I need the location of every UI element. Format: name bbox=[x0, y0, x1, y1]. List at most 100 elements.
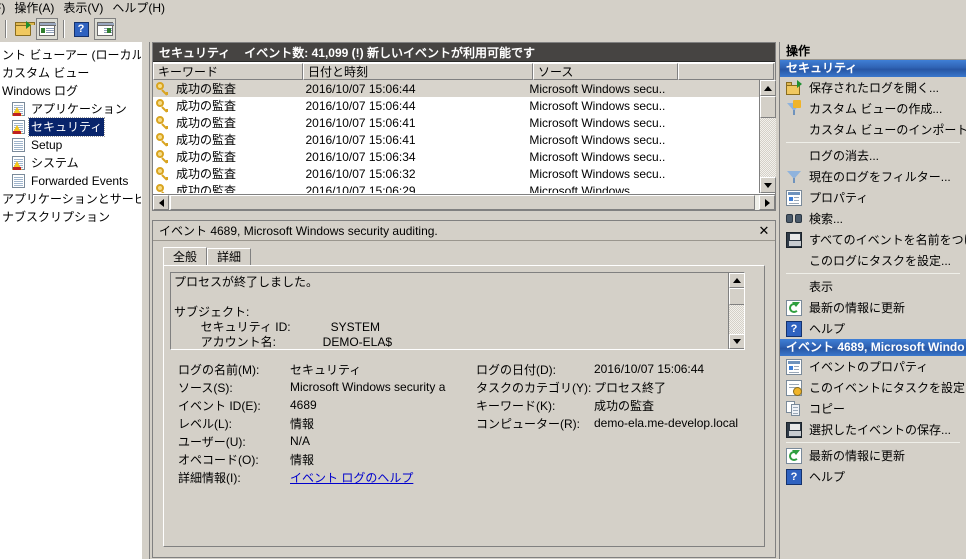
event-list-rows[interactable]: 成功の監査 2016/10/07 15:06:44 Microsoft Window… bbox=[153, 80, 760, 193]
tree-node-8[interactable]: アプリケーションとサービス ログ bbox=[0, 190, 141, 208]
show-hide-action-pane-button[interactable] bbox=[94, 18, 116, 40]
menu-item-help[interactable]: ヘルプ(H) bbox=[112, 0, 174, 16]
hscroll-thumb[interactable] bbox=[170, 195, 755, 210]
metadata-label: 詳細情報(I): bbox=[178, 470, 241, 485]
horizontal-splitter[interactable] bbox=[152, 212, 776, 220]
tree-node-2[interactable]: Windows ログ bbox=[0, 82, 141, 100]
key-icon bbox=[156, 166, 170, 181]
action-log-item-13[interactable]: ? ヘルプ bbox=[780, 318, 966, 339]
tree-node-label: Forwarded Events bbox=[31, 174, 129, 188]
event-list-vertical-scrollbar[interactable] bbox=[759, 80, 776, 193]
metadata-value: プロセス終了 bbox=[594, 380, 667, 395]
action-item-label: 表示 bbox=[809, 280, 834, 294]
cell-キーワード: 成功の監査 bbox=[176, 99, 237, 113]
scroll-right-button[interactable] bbox=[759, 195, 775, 210]
tab-0[interactable]: 全般 bbox=[163, 247, 208, 266]
action-item-label: ヘルプ bbox=[809, 470, 846, 484]
event-list-title: セキュリティ bbox=[159, 45, 231, 60]
column-header-0[interactable]: キーワード bbox=[153, 63, 303, 80]
action-log-item-6[interactable]: プロパティ bbox=[780, 187, 966, 208]
console-tree[interactable]: ント ビューアー (ローカル) カスタム ビュー Windows ログ アプリケーショ… bbox=[0, 42, 141, 559]
action-log-item-2[interactable]: カスタム ビューのインポート... bbox=[780, 119, 966, 140]
action-item-label: プロパティ bbox=[809, 191, 869, 205]
tree-node-6[interactable]: システム bbox=[0, 154, 141, 172]
detail-tab-strip[interactable]: 全般 詳細 bbox=[163, 247, 252, 266]
table-row[interactable]: 成功の監査 2016/10/07 15:06:41 Microsoft Window… bbox=[153, 114, 760, 131]
metadata-label: イベント ID(E): bbox=[178, 398, 261, 413]
tree-node-7[interactable]: Forwarded Events bbox=[0, 172, 141, 190]
cell-ソース: Microsoft Windows... bbox=[529, 183, 641, 194]
action-log-item-4[interactable]: ログの消去... bbox=[780, 145, 966, 166]
tree-node-4[interactable]: セキュリティ bbox=[0, 117, 141, 137]
action-log-item-7[interactable]: 検索... bbox=[780, 208, 966, 229]
action-item-label: このイベントにタスクを設定... bbox=[809, 381, 966, 395]
cell-日付と時刻: 2016/10/07 15:06:41 bbox=[305, 115, 416, 130]
table-row[interactable]: 成功の監査 2016/10/07 15:06:32 Microsoft Window… bbox=[153, 165, 760, 182]
menu-item-view[interactable]: 表示(V) bbox=[63, 0, 112, 16]
action-log-item-1[interactable]: カスタム ビューの作成... bbox=[780, 98, 966, 119]
event-list-horizontal-scrollbar[interactable] bbox=[153, 194, 775, 210]
scroll-down-button[interactable] bbox=[760, 177, 776, 193]
tab-1[interactable]: 詳細 bbox=[207, 248, 252, 266]
tree-node-1[interactable]: カスタム ビュー bbox=[0, 64, 141, 82]
scroll-up-button[interactable] bbox=[760, 80, 776, 96]
table-row[interactable]: 成功の監査 2016/10/07 15:06:29 Microsoft Window… bbox=[153, 182, 760, 193]
description-vertical-scrollbar[interactable] bbox=[728, 273, 744, 349]
table-row[interactable]: 成功の監査 2016/10/07 15:06:34 Microsoft Window… bbox=[153, 148, 760, 165]
tree-node-0[interactable]: ント ビューアー (ローカル) bbox=[0, 46, 141, 64]
column-header-3[interactable] bbox=[678, 63, 774, 80]
metadata-label: ソース(S): bbox=[178, 380, 233, 395]
action-log-item-0[interactable]: 保存されたログを開く... bbox=[780, 77, 966, 98]
close-icon[interactable]: ✕ bbox=[757, 224, 771, 238]
toolbar-separator bbox=[5, 20, 7, 38]
actions-list-log[interactable]: 保存されたログを開く... カスタム ビューの作成... カスタム ビューのインポー… bbox=[780, 77, 966, 339]
action-item-label: コピー bbox=[809, 402, 846, 416]
menu-item-file[interactable]: F) bbox=[0, 0, 14, 16]
column-header-1[interactable]: 日付と時刻 bbox=[303, 63, 533, 80]
create-custom-view-icon bbox=[786, 99, 802, 117]
desc-scroll-up-button[interactable] bbox=[729, 273, 744, 288]
scroll-thumb[interactable] bbox=[760, 96, 776, 118]
triangle-up-icon bbox=[764, 85, 772, 91]
column-header-row[interactable]: キーワード 日付と時刻 ソース bbox=[153, 63, 775, 80]
log-icon bbox=[12, 138, 25, 152]
action-log-item-12[interactable]: 最新の情報に更新 bbox=[780, 297, 966, 318]
action-event-item-3[interactable]: 選択したイベントの保存... bbox=[780, 419, 966, 440]
table-row[interactable]: 成功の監査 2016/10/07 15:06:44 Microsoft Window… bbox=[153, 80, 760, 97]
scroll-left-button[interactable] bbox=[153, 195, 169, 210]
tree-node-5[interactable]: Setup bbox=[0, 136, 141, 154]
action-event-item-5[interactable]: 最新の情報に更新 bbox=[780, 445, 966, 466]
metadata-value: 4689 bbox=[290, 398, 317, 412]
action-event-item-1[interactable]: このイベントにタスクを設定... bbox=[780, 377, 966, 398]
open-saved-log-button[interactable] bbox=[12, 18, 35, 40]
tree-node-9[interactable]: ナブスクリプション bbox=[0, 208, 141, 226]
action-event-item-6[interactable]: ? ヘルプ bbox=[780, 466, 966, 487]
action-event-item-0[interactable]: イベントのプロパティ bbox=[780, 356, 966, 377]
event-description-box[interactable]: プロセスが終了しました。 サブジェクト: セキュリティ ID: SYSTEM ア… bbox=[170, 272, 745, 350]
table-row[interactable]: 成功の監査 2016/10/07 15:06:44 Microsoft Window… bbox=[153, 97, 760, 114]
column-header-2[interactable]: ソース bbox=[533, 63, 678, 80]
desc-scroll-down-button[interactable] bbox=[729, 334, 744, 349]
event-count-text: イベント数: 41,099 (!) 新しいイベントが利用可能です bbox=[244, 45, 535, 60]
tree-node-3[interactable]: アプリケーション bbox=[0, 100, 141, 118]
action-log-item-8[interactable]: すべてのイベントを名前をつけて保 bbox=[780, 229, 966, 250]
action-event-item-2[interactable]: コピー bbox=[780, 398, 966, 419]
show-hide-console-tree-button[interactable] bbox=[36, 18, 58, 40]
key-icon bbox=[156, 98, 170, 113]
action-log-item-11[interactable]: 表示 bbox=[780, 276, 966, 297]
event-list-header: セキュリティ イベント数: 41,099 (!) 新しいイベントが利用可能です bbox=[153, 43, 775, 62]
action-log-item-5[interactable]: 現在のログをフィルター... bbox=[780, 166, 966, 187]
table-row[interactable]: 成功の監査 2016/10/07 15:06:41 Microsoft Window… bbox=[153, 131, 760, 148]
event-log-help-link[interactable]: イベント ログのヘルプ bbox=[290, 471, 413, 485]
menu-item-action[interactable]: 操作(A) bbox=[14, 0, 63, 16]
help-button[interactable]: ? bbox=[70, 18, 92, 40]
desc-scroll-thumb[interactable] bbox=[729, 288, 744, 305]
metadata-value: demo-ela.me-develop.local bbox=[594, 416, 739, 430]
icon-placeholder bbox=[786, 148, 802, 164]
actions-list-event[interactable]: イベントのプロパティこのイベントにタスクを設定... コピー選択したイベントの保存… bbox=[780, 356, 966, 487]
metadata-value[interactable]: イベント ログのヘルプ bbox=[290, 469, 476, 486]
metadata-label: ログの名前(M): bbox=[178, 362, 260, 377]
help-icon: ? bbox=[786, 468, 802, 485]
action-log-item-9[interactable]: このログにタスクを設定... bbox=[780, 250, 966, 271]
tree-splitter[interactable] bbox=[141, 42, 150, 559]
